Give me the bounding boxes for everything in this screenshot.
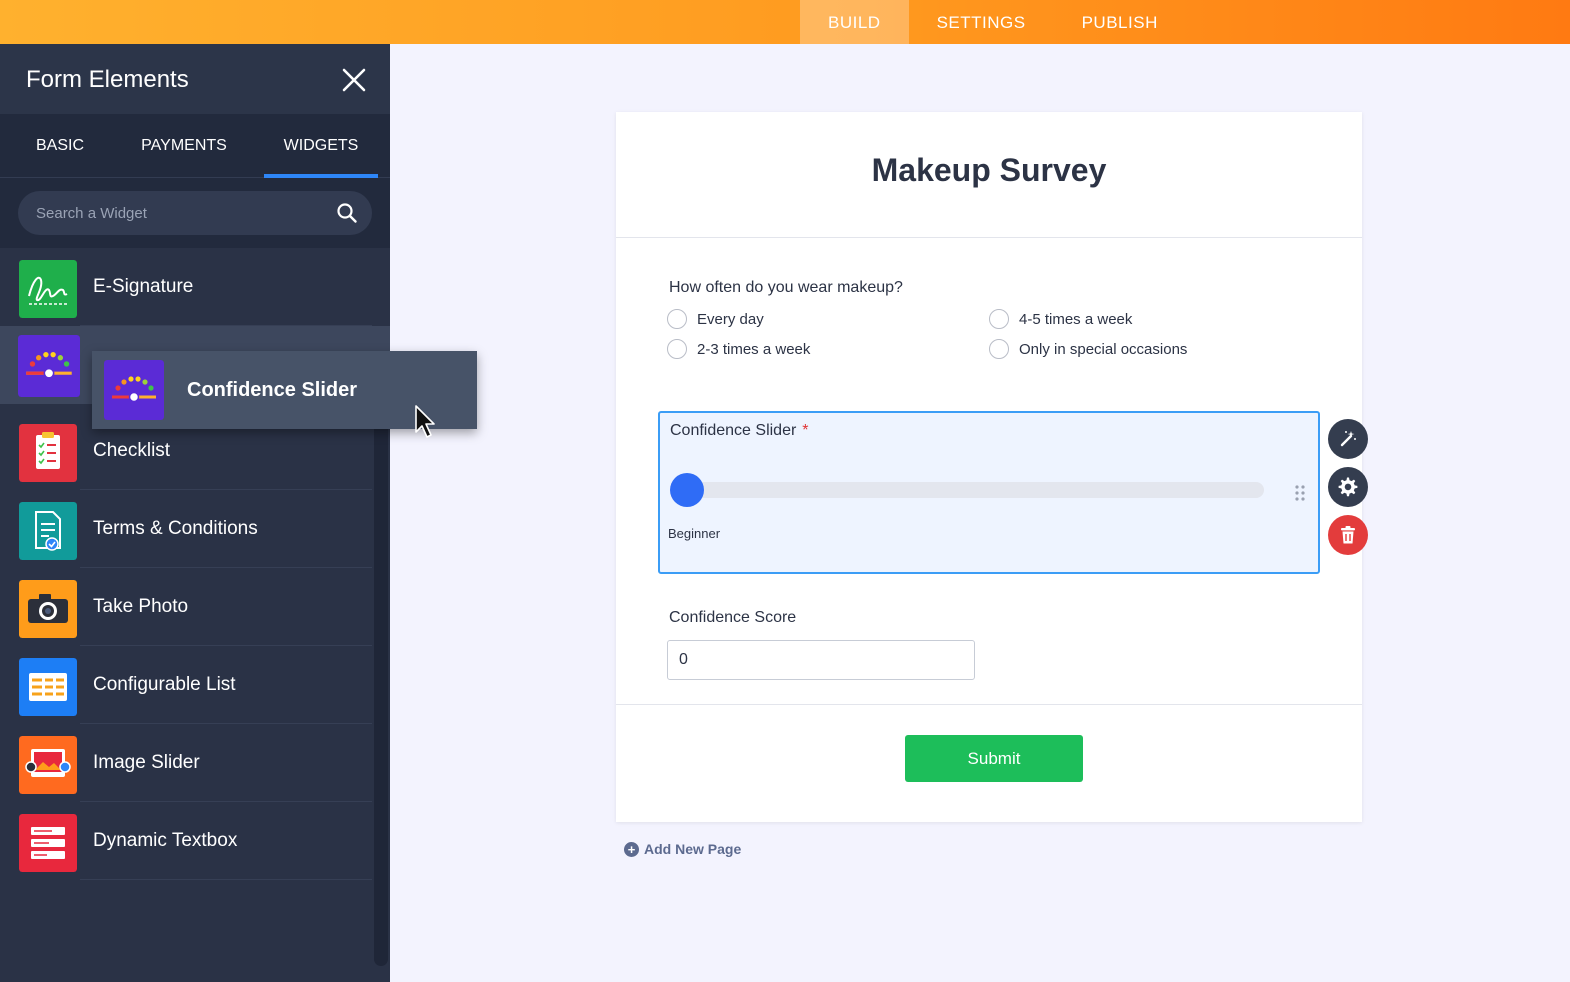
dynamic-textbox-icon [19, 814, 77, 872]
delete-button[interactable] [1328, 515, 1368, 555]
settings-button[interactable] [1328, 467, 1368, 507]
widget-terms-conditions[interactable]: Terms & Conditions [0, 490, 372, 568]
widget-configurable-list[interactable]: Configurable List [0, 646, 372, 724]
form-card: Makeup Survey How often do you wear make… [616, 112, 1362, 822]
widget-dynamic-textbox[interactable]: Dynamic Textbox [0, 802, 372, 880]
slider-value-label: Beginner [668, 526, 721, 541]
form-elements-panel: Form Elements BASIC PAYMENTS WIDGETS E-S… [0, 44, 390, 982]
drag-ghost-label: Confidence Slider [187, 379, 358, 401]
scrollbar[interactable] [374, 406, 388, 966]
search-icon[interactable] [336, 202, 358, 224]
search-area [0, 178, 390, 248]
widget-image-slider[interactable]: Image Slider [0, 724, 372, 802]
radio-circle[interactable] [667, 309, 687, 329]
search-input[interactable] [36, 191, 326, 235]
terms-icon [19, 502, 77, 560]
tab-settings[interactable]: SETTINGS [909, 0, 1054, 44]
widget-label: Configurable List [93, 674, 236, 695]
confidence-slider-icon [104, 360, 164, 420]
slider-label-row: Confidence Slider * [670, 422, 809, 440]
mouse-cursor-icon [415, 405, 435, 438]
camera-icon [19, 580, 77, 638]
widget-take-photo[interactable]: Take Photo [0, 568, 372, 646]
radio-circle[interactable] [667, 339, 687, 359]
trash-icon [1341, 526, 1355, 544]
confidence-slider-field[interactable]: Confidence Slider * Beginner [658, 411, 1320, 574]
confidence-score-input[interactable] [667, 640, 975, 680]
checklist-icon [19, 424, 77, 482]
widget-label: Take Photo [93, 596, 189, 617]
divider [616, 237, 1362, 238]
slider-label[interactable]: Confidence Slider [670, 422, 796, 439]
radio-option-label: Only in special occasions [1019, 340, 1188, 358]
drag-handle-icon[interactable] [1294, 484, 1306, 502]
add-new-page-link[interactable]: + Add New Page [624, 841, 741, 857]
tab-publish[interactable]: PUBLISH [1054, 0, 1186, 44]
magic-wand-icon [1340, 431, 1356, 447]
radio-circle[interactable] [989, 309, 1009, 329]
radio-option[interactable]: Every day [667, 309, 764, 329]
slider-track[interactable] [688, 482, 1264, 498]
panel-title: Form Elements [26, 66, 189, 93]
radio-option[interactable]: Only in special occasions [989, 339, 1187, 359]
widget-e-signature[interactable]: E-Signature [0, 248, 372, 326]
radio-option-label: 4-5 times a week [1019, 310, 1133, 328]
radio-circle[interactable] [989, 339, 1009, 359]
radio-option-label: Every day [697, 310, 764, 328]
divider [616, 704, 1362, 705]
panel-header: Form Elements [0, 44, 390, 114]
widget-label: Terms & Conditions [93, 518, 258, 539]
configurable-list-icon [19, 658, 77, 716]
top-bar: BUILD SETTINGS PUBLISH [0, 0, 1570, 44]
divider [80, 879, 372, 880]
wand-button[interactable] [1328, 419, 1368, 459]
radio-option-label: 2-3 times a week [697, 340, 811, 358]
widget-label: E-Signature [93, 276, 194, 297]
signature-icon [19, 260, 77, 318]
tab-build[interactable]: BUILD [800, 0, 909, 44]
tab-payments[interactable]: PAYMENTS [124, 114, 244, 178]
gear-icon [1338, 477, 1358, 497]
image-slider-icon [19, 736, 77, 794]
top-nav: BUILD SETTINGS PUBLISH [800, 0, 1186, 44]
search-box [18, 191, 372, 235]
widget-label: Dynamic Textbox [93, 830, 238, 851]
add-new-page-label: Add New Page [644, 841, 742, 857]
form-title[interactable]: Makeup Survey [616, 152, 1362, 189]
score-label: Confidence Score [669, 609, 797, 626]
close-icon[interactable] [340, 66, 368, 94]
plus-circle-icon: + [624, 841, 639, 857]
tab-widgets[interactable]: WIDGETS [264, 114, 378, 178]
confidence-slider-icon [18, 335, 80, 397]
tab-basic[interactable]: BASIC [20, 114, 100, 178]
panel-tabs: BASIC PAYMENTS WIDGETS [0, 114, 390, 178]
radio-option[interactable]: 2-3 times a week [667, 339, 810, 359]
question-label: How often do you wear makeup? [669, 279, 903, 296]
required-mark: * [802, 422, 809, 439]
submit-button[interactable]: Submit [905, 735, 1083, 782]
widget-label: Image Slider [93, 752, 200, 773]
radio-option[interactable]: 4-5 times a week [989, 309, 1132, 329]
slider-thumb[interactable] [670, 473, 704, 507]
